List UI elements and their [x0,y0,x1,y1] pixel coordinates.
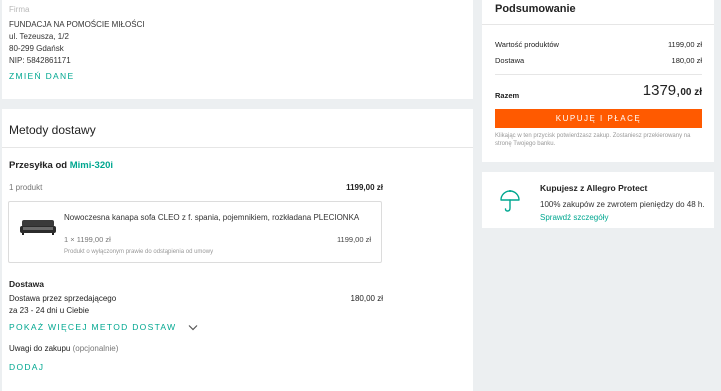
protect-details-link[interactable]: Sprawdź szczegóły [540,213,608,222]
change-data-link[interactable]: ZMIEŃ DANE [9,71,74,81]
delivery-price: 180,00 zł [350,294,383,303]
chevron-down-icon [188,325,198,331]
product-item[interactable]: Nowoczesna kanapa sofa CLEO z f. spania,… [8,201,382,263]
buy-and-pay-button[interactable]: KUPUJĘ I PŁACĘ [495,109,702,128]
seller-link[interactable]: Mimi-320i [70,160,113,171]
umbrella-icon [500,190,520,212]
delivery-value: 180,00 zł [671,56,702,65]
delivery-heading: Dostawa [9,279,44,289]
divider [482,24,714,25]
sofa-thumbnail[interactable] [19,217,57,237]
protect-text: 100% zakupów ze zwrotem pieniędzy do 48 … [540,200,705,209]
summary-card: Podsumowanie Wartość produktów 1199,00 z… [482,0,714,162]
protect-text-block: 100% zakupów ze zwrotem pieniędzy do 48 … [540,198,705,224]
shipment-prefix: Przesyłka od [9,160,68,171]
shipment-heading: Przesyłka od Mimi-320i [9,160,113,171]
total-label: Razem [495,91,520,100]
delivery-section-title: Metody dostawy [9,123,96,137]
product-name[interactable]: Nowoczesna kanapa sofa CLEO z f. spania,… [64,213,359,222]
total-fraction: 00 zł [680,87,702,98]
products-value: 1199,00 zł [667,40,702,49]
company-card: Firma FUNDACJA NA POMOŚCIE MIŁOŚCI ul. T… [2,0,473,99]
company-label: Firma [9,5,30,14]
divider [2,147,473,148]
total-amount: 1379,00 zł [643,82,702,99]
protect-title: Kupujesz z Allegro Protect [540,183,648,193]
company-nip: NIP: 5842861171 [9,56,71,65]
shipment-total: 1199,00 zł [346,183,383,192]
product-note: Produkt o wyłączonym prawie do odstąpien… [64,249,214,255]
remarks-label: Uwagi do zakupu (opcjonalnie) [9,344,118,353]
company-street: ul. Tezeusza, 1/2 [9,32,69,41]
summary-title: Podsumowanie [495,3,576,15]
delivery-method[interactable]: Dostawa przez sprzedającego [9,294,116,303]
more-delivery-methods-label: POKAŻ WIĘCEJ METOD DOSTAW [9,322,177,332]
total-main: 1379, [642,82,681,99]
product-line-total: 1199,00 zł [336,235,371,244]
product-qty-price: 1 × 1199,00 zł [64,235,111,244]
delivery-label: Dostawa [495,56,525,65]
delivery-eta: za 23 - 24 dni u Ciebie [9,306,90,315]
divider [495,74,702,75]
more-delivery-methods-link[interactable]: POKAŻ WIĘCEJ METOD DOSTAW [9,322,198,332]
delivery-card: Metody dostawy Przesyłka od Mimi-320i 1 … [2,109,473,391]
protect-card: Kupujesz z Allegro Protect 100% zakupów … [482,172,714,228]
remarks-label-text: Uwagi do zakupu [9,344,71,353]
remarks-optional: (opcjonalnie) [72,344,119,353]
company-city: 80-299 Gdańsk [9,44,64,53]
add-remarks-link[interactable]: DODAJ [9,362,44,372]
product-count: 1 produkt [9,183,43,192]
products-value-label: Wartość produktów [495,40,559,49]
company-name: FUNDACJA NA POMOŚCIE MIŁOŚCI [9,20,145,29]
buy-disclaimer: Klikając w ten przycisk potwierdzasz zak… [495,133,691,147]
